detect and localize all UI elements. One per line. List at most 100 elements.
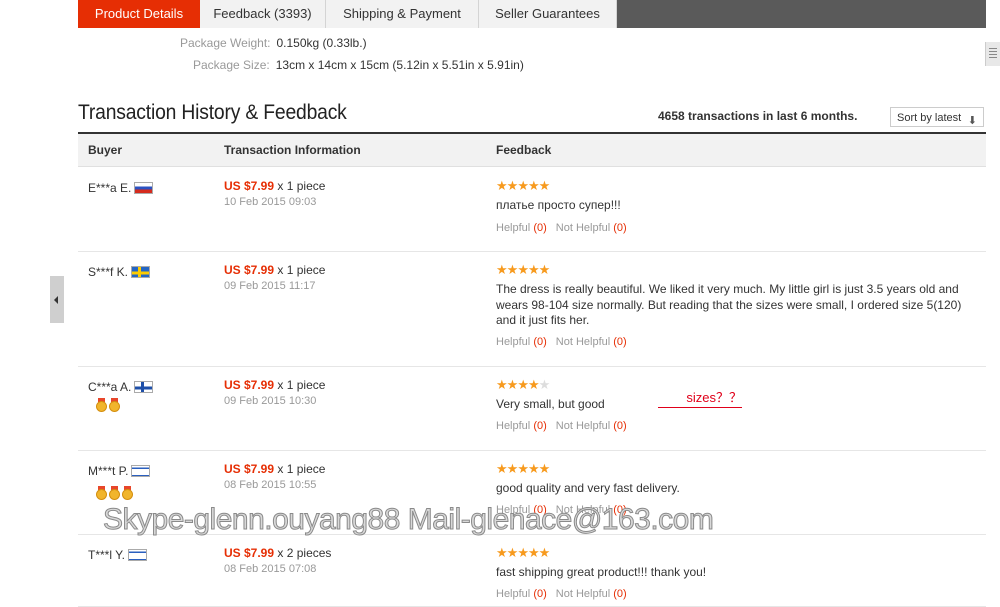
quantity: x 1 piece (274, 263, 326, 277)
transaction-price: US $7.99 x 1 piece (224, 378, 325, 392)
flag-il-icon (131, 465, 151, 477)
flag-il-icon (127, 549, 147, 561)
tab-seller-guarantees[interactable]: Seller Guarantees (479, 0, 617, 28)
buyer-name[interactable]: T***l Y. (88, 548, 147, 562)
transaction-price: US $7.99 x 2 pieces (224, 546, 331, 560)
star-icon: ★ (506, 178, 519, 193)
column-transaction: Transaction Information (224, 143, 361, 157)
rating-stars: ★★★★★ (496, 178, 551, 194)
transaction-date: 10 Feb 2015 09:03 (224, 196, 317, 208)
tab-bar-filler (617, 0, 986, 28)
price-amount: US $7.99 (224, 179, 275, 193)
transaction-date: 08 Feb 2015 07:08 (224, 563, 317, 575)
transaction-date: 09 Feb 2015 11:17 (224, 280, 316, 292)
helpful-count: (0) (533, 336, 547, 348)
medal-icon (96, 398, 107, 412)
price-amount: US $7.99 (224, 263, 275, 277)
feedback-text: The dress is really beautiful. We liked … (496, 282, 962, 327)
quantity: x 1 piece (274, 378, 326, 392)
not-helpful-link[interactable]: Not Helpful (0) (556, 222, 627, 234)
medal-icon (122, 486, 133, 500)
buyer-medals (96, 398, 122, 415)
not-helpful-link[interactable]: Not Helpful (0) (556, 420, 627, 432)
helpful-count: (0) (533, 504, 547, 516)
table-header: Buyer Transaction Information Feedback (78, 134, 986, 167)
helpful-link[interactable]: Helpful (0) (496, 222, 547, 234)
sort-button[interactable]: Sort by latest ⬇ (890, 107, 984, 127)
tab-product-details[interactable]: Product Details (78, 0, 200, 28)
quantity: x 1 piece (274, 462, 326, 476)
left-scroll-arrow-icon[interactable] (50, 276, 64, 323)
buyer-name[interactable]: S***f K. (88, 265, 151, 279)
quantity: x 1 piece (274, 179, 326, 193)
not-helpful-link[interactable]: Not Helpful (0) (556, 336, 627, 348)
star-icon: ★ (496, 545, 508, 560)
buyer-name[interactable]: M***t P. (88, 464, 151, 478)
star-icon: ★ (506, 461, 519, 476)
star-icon: ★ (496, 178, 508, 193)
package-size-label: Package Size: (193, 58, 270, 72)
transaction-date: 09 Feb 2015 10:30 (224, 395, 317, 407)
buyer-name-text: T***l Y. (88, 548, 125, 562)
helpful-count: (0) (533, 420, 547, 432)
not-helpful-label: Not Helpful (555, 588, 611, 600)
buyer-name[interactable]: C***a A. (88, 380, 154, 394)
star-icon: ★ (538, 545, 551, 560)
helpful-votes: Helpful (0) Not Helpful (0) (496, 420, 627, 432)
star-icon: ★ (527, 545, 540, 560)
buyer-name[interactable]: E***a E. (88, 181, 154, 195)
column-feedback: Feedback (496, 143, 552, 157)
quantity: x 2 pieces (274, 546, 332, 560)
buyer-medals (96, 486, 135, 503)
tab-shipping-payment[interactable]: Shipping & Payment (326, 0, 479, 28)
not-helpful-label: Not Helpful (555, 420, 611, 432)
flag-fi-icon (134, 381, 154, 393)
helpful-votes: Helpful (0) Not Helpful (0) (496, 336, 627, 348)
star-icon: ★ (527, 178, 540, 193)
star-icon: ★ (496, 262, 508, 277)
helpful-link[interactable]: Helpful (0) (496, 336, 547, 348)
buyer-name-text: C***a A. (88, 380, 132, 394)
rating-stars: ★★★★★ (496, 545, 551, 561)
not-helpful-link[interactable]: Not Helpful (0) (556, 504, 627, 516)
helpful-votes: Helpful (0) Not Helpful (0) (496, 504, 627, 516)
buyer-name-text: M***t P. (88, 464, 129, 478)
price-amount: US $7.99 (224, 462, 275, 476)
table-row: S***f K. US $7.99 x 1 piece 09 Feb 2015 11… (78, 251, 986, 367)
helpful-count: (0) (533, 222, 547, 234)
helpful-label: Helpful (496, 420, 531, 432)
table-row: C***a A. US $7.99 x 1 piece 09 Feb 2015 10… (78, 366, 986, 451)
star-icon: ★ (496, 461, 508, 476)
star-icon: ★ (506, 545, 519, 560)
feedback-text: fast shipping great product!!! thank you… (496, 565, 707, 579)
section-title: Transaction History & Feedback (78, 101, 347, 124)
helpful-label: Helpful (496, 588, 531, 600)
not-helpful-label: Not Helpful (555, 336, 611, 348)
tab-bar: Product Details Feedback (3393) Shipping… (78, 0, 986, 28)
scrollbar-grip-icon (989, 48, 997, 60)
not-helpful-count: (0) (613, 588, 627, 600)
package-weight-label: Package Weight: (180, 36, 271, 50)
star-icon: ★ (506, 377, 519, 392)
star-icon: ★ (538, 377, 551, 392)
star-icon: ★ (538, 461, 551, 476)
price-amount: US $7.99 (224, 378, 275, 392)
not-helpful-count: (0) (613, 504, 627, 516)
transaction-date: 08 Feb 2015 10:55 (224, 479, 317, 491)
flag-ru-icon (134, 182, 154, 194)
star-icon: ★ (506, 262, 519, 277)
price-amount: US $7.99 (224, 546, 275, 560)
not-helpful-link[interactable]: Not Helpful (0) (556, 588, 627, 600)
column-buyer: Buyer (88, 143, 123, 157)
rating-stars: ★★★★★ (496, 262, 551, 278)
helpful-link[interactable]: Helpful (0) (496, 504, 547, 516)
helpful-link[interactable]: Helpful (0) (496, 588, 547, 600)
helpful-link[interactable]: Helpful (0) (496, 420, 547, 432)
star-icon: ★ (538, 262, 551, 277)
star-icon: ★ (517, 545, 529, 560)
page-scrollbar[interactable] (985, 42, 1000, 66)
star-icon: ★ (538, 178, 551, 193)
transaction-price: US $7.99 x 1 piece (224, 263, 325, 277)
tab-feedback[interactable]: Feedback (3393) (200, 0, 326, 28)
feedback-text: платье просто супер!!! (496, 198, 621, 212)
